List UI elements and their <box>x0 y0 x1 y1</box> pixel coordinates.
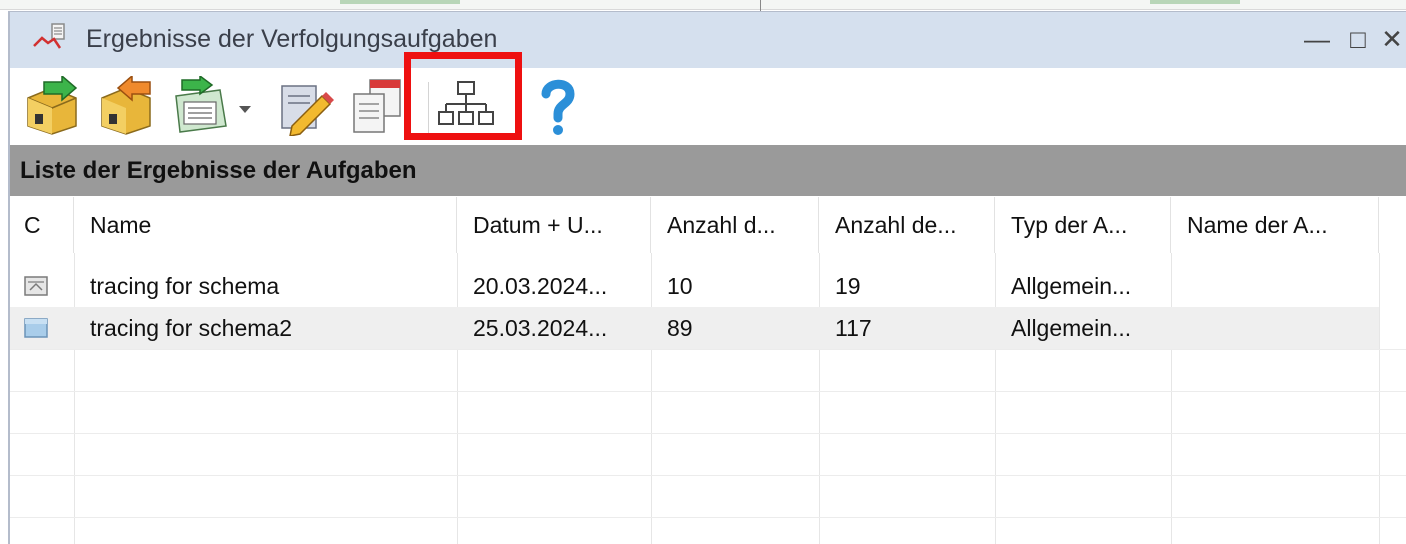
grid-line <box>10 517 1406 518</box>
hierarchy-tree-icon[interactable] <box>436 76 496 136</box>
tracing-results-icon <box>33 23 65 49</box>
column-header-name[interactable]: Name <box>74 197 457 253</box>
open-folder-green-arrow-icon[interactable] <box>22 74 82 136</box>
cell-datum: 25.03.2024... <box>473 315 608 341</box>
column-header-anzahl-2[interactable]: Anzahl de... <box>819 197 995 253</box>
grid-line <box>10 475 1406 476</box>
toolbar <box>10 52 1406 144</box>
report-list-green-arrow-icon[interactable] <box>170 74 230 136</box>
cell-datum: 20.03.2024... <box>473 273 608 299</box>
column-header-datum[interactable]: Datum + U... <box>457 197 651 253</box>
help-question-icon[interactable] <box>526 76 586 136</box>
toolbar-separator <box>428 82 429 134</box>
maximize-button[interactable]: □ <box>1341 22 1375 56</box>
table-row[interactable]: tracing for schema2 25.03.2024... 89 117… <box>10 307 1379 349</box>
background-window-strip <box>0 0 1406 12</box>
cell-anzahl-2: 19 <box>835 273 861 299</box>
window-title: Ergebnisse der Verfolgungsaufgaben <box>86 25 498 53</box>
cell-name-der-a <box>1171 307 1379 349</box>
cell-anzahl-1: 10 <box>667 273 693 299</box>
column-header-c[interactable]: C <box>10 197 74 253</box>
edit-pencil-icon[interactable] <box>274 76 334 137</box>
column-header-anzahl-1[interactable]: Anzahl d... <box>651 197 819 253</box>
grid-line <box>10 433 1406 434</box>
copy-documents-icon[interactable] <box>348 76 408 136</box>
schema-result-blue-icon <box>24 318 48 338</box>
dropdown-arrow-icon[interactable] <box>234 76 256 136</box>
cell-anzahl-2: 117 <box>835 315 872 341</box>
results-table: C Name Datum + U... Anzahl d... Anzahl d… <box>10 197 1406 544</box>
section-header: Liste der Ergebnisse der Aufgaben <box>10 145 1406 196</box>
export-folder-orange-arrow-icon[interactable] <box>96 74 156 136</box>
cell-name: tracing for schema2 <box>90 315 292 341</box>
results-window: Ergebnisse der Verfolgungsaufgaben — □ ✕ <box>8 11 1406 544</box>
title-bar[interactable]: Ergebnisse der Verfolgungsaufgaben — □ ✕ <box>10 12 1406 68</box>
section-title: Liste der Ergebnisse der Aufgaben <box>20 157 417 184</box>
toolbar-separator <box>518 82 519 134</box>
column-header-name-der-a[interactable]: Name der A... <box>1171 197 1379 253</box>
cell-typ: Allgemein... <box>1011 315 1132 341</box>
grid-line <box>10 391 1406 392</box>
background-bar <box>340 0 460 4</box>
table-row[interactable]: tracing for schema 20.03.2024... 10 19 A… <box>10 265 1406 307</box>
cell-name-der-a <box>1171 265 1379 307</box>
grid-line <box>10 349 1406 350</box>
cell-name: tracing for schema <box>90 273 280 299</box>
cell-anzahl-1: 89 <box>667 315 693 341</box>
column-header-typ[interactable]: Typ der A... <box>995 197 1171 253</box>
cell-typ: Allgemein... <box>1011 273 1132 299</box>
schema-result-icon <box>24 276 48 296</box>
minimize-button[interactable]: — <box>1300 22 1334 56</box>
background-bar <box>1150 0 1240 4</box>
close-button[interactable]: ✕ <box>1375 22 1406 56</box>
